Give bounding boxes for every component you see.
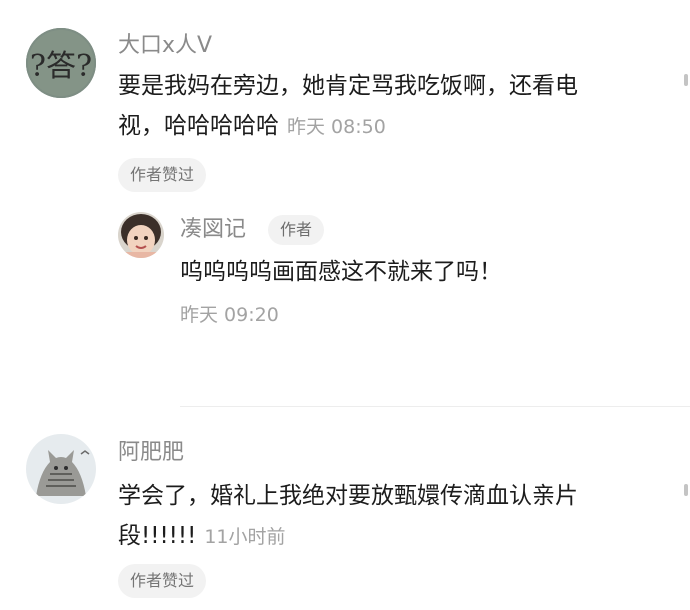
comment-text-line-2: 视，哈哈哈哈哈 昨天 08:50 xyxy=(118,106,578,147)
comment-text-line-1: 要是我妈在旁边，她肯定骂我吃饭啊，还看电 xyxy=(118,73,578,99)
author-liked-badge: 作者赞过 xyxy=(118,158,207,192)
comment-username[interactable]: 大口x人V xyxy=(118,32,212,60)
comment-text-line-1: 学会了，婚礼上我绝对要放甄嬛传滴血认亲片 xyxy=(118,483,578,509)
comment-text: 学会了，婚礼上我绝对要放甄嬛传滴血认亲片 段!!!!!! 11小时前 xyxy=(118,476,578,557)
avatar-image xyxy=(26,434,96,504)
avatar-image: ?答? xyxy=(26,28,96,98)
avatar-glyph: ?答? xyxy=(30,49,92,84)
avatar-image xyxy=(118,212,164,258)
more-options-icon[interactable] xyxy=(684,74,688,86)
comment-username[interactable]: 阿肥肥 xyxy=(118,439,184,467)
reply-username[interactable]: 凑図记 xyxy=(180,216,246,244)
comment-divider xyxy=(180,406,690,407)
avatar-commenter-1[interactable]: ?答? xyxy=(26,28,96,98)
avatar-replier[interactable] xyxy=(118,212,164,258)
reply-text: 呜呜呜呜画面感这不就来了吗！ xyxy=(180,259,502,285)
comment-timestamp: 昨天 08:50 xyxy=(287,116,386,138)
author-liked-badge: 作者赞过 xyxy=(118,564,207,598)
comment-text-line-2-text: 段!!!!!! xyxy=(118,523,197,549)
more-options-icon[interactable] xyxy=(684,484,688,496)
reply-timestamp: 昨天 09:20 xyxy=(180,304,279,326)
avatar-commenter-2[interactable] xyxy=(26,434,96,504)
comment-text: 要是我妈在旁边，她肯定骂我吃饭啊，还看电 视，哈哈哈哈哈 昨天 08:50 xyxy=(118,66,578,147)
comment-timestamp: 11小时前 xyxy=(204,526,286,548)
author-tag: 作者 xyxy=(268,215,325,245)
comment-text-line-2-text: 视，哈哈哈哈哈 xyxy=(118,113,279,139)
comment-text-line-2: 段!!!!!! 11小时前 xyxy=(118,516,578,557)
